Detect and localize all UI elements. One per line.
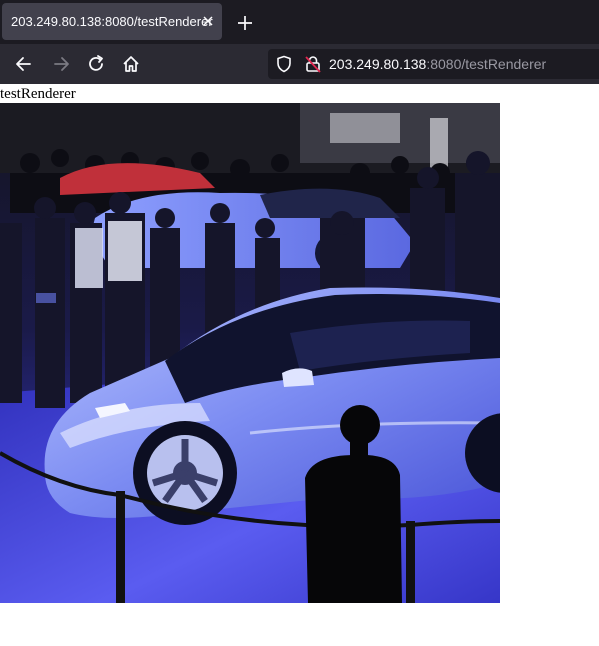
close-icon[interactable] <box>200 13 216 29</box>
tab-title: 203.249.80.138:8080/testRenderer <box>11 14 213 29</box>
car-showroom-photo <box>0 103 500 603</box>
url-text[interactable]: 203.249.80.138:8080/testRenderer <box>329 56 546 72</box>
address-bar[interactable]: 203.249.80.138:8080/testRenderer <box>268 49 599 79</box>
url-host: 203.249.80.138 <box>329 56 427 72</box>
shield-icon[interactable] <box>275 55 293 73</box>
tab-strip: 203.249.80.138:8080/testRenderer <box>0 0 599 44</box>
insecure-lock-icon[interactable] <box>304 55 322 73</box>
plus-icon[interactable] <box>236 14 254 32</box>
page-heading: testRenderer <box>0 86 76 102</box>
arrow-right-icon[interactable] <box>51 54 71 74</box>
photo-drawing <box>0 103 500 603</box>
reload-icon[interactable] <box>86 54 106 74</box>
home-icon[interactable] <box>121 54 141 74</box>
arrow-left-icon[interactable] <box>14 54 34 74</box>
url-path: :8080/testRenderer <box>426 56 547 72</box>
browser-tab[interactable]: 203.249.80.138:8080/testRenderer <box>2 3 222 40</box>
navigation-toolbar: 203.249.80.138:8080/testRenderer <box>0 44 599 84</box>
